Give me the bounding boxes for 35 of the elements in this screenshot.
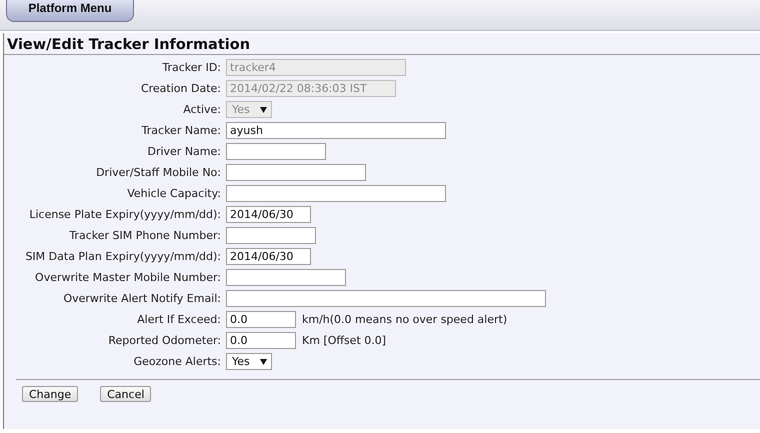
input-field[interactable]: 0.0: [226, 332, 296, 349]
field-label: Tracker SIM Phone Number:: [68, 229, 221, 242]
field-label: Overwrite Alert Notify Email:: [62, 292, 221, 305]
page-title: View/Edit Tracker Information: [6, 36, 252, 54]
input-field[interactable]: [226, 143, 326, 160]
field-label: Reported Odometer:: [107, 334, 221, 347]
action-button[interactable]: Change: [22, 386, 78, 402]
input-field[interactable]: [226, 164, 366, 181]
field-label: Geozone Alerts:: [132, 355, 221, 368]
field-label: Vehicle Capacity:: [126, 187, 221, 200]
input-field[interactable]: [226, 227, 316, 244]
field-label: SIM Data Plan Expiry(yyyy/mm/dd):: [24, 250, 221, 263]
input-field[interactable]: 2014/06/30: [226, 248, 311, 265]
field-label: Creation Date:: [140, 82, 221, 95]
caret-icon: [260, 358, 267, 364]
input-field[interactable]: [226, 290, 546, 307]
field-label: License Plate Expiry(yyyy/mm/dd):: [28, 208, 221, 221]
field-label: Active:: [182, 103, 221, 116]
field-note: km/h(0.0 means no over speed alert): [302, 313, 508, 326]
input-field[interactable]: [226, 185, 446, 202]
field-label: Driver Name:: [146, 145, 221, 158]
input-field[interactable]: [226, 269, 346, 286]
field-label: Tracker ID:: [161, 61, 221, 74]
field-label: Driver/Staff Mobile No:: [95, 166, 221, 179]
caret-icon: [260, 106, 267, 112]
input-field[interactable]: 0.0: [226, 311, 296, 328]
field-label: Overwrite Master Mobile Number:: [34, 271, 221, 284]
field-note: Km [Offset 0.0]: [302, 334, 386, 347]
input-field[interactable]: ayush: [226, 122, 446, 139]
field-label: Tracker Name:: [140, 124, 221, 137]
field-label: Alert If Exceed:: [136, 313, 221, 326]
input-field[interactable]: 2014/06/30: [226, 206, 311, 223]
platform-menu-tab[interactable]: Platform Menu: [6, 0, 134, 22]
dropdown[interactable]: Yes: [226, 353, 272, 370]
action-button[interactable]: Cancel: [100, 386, 152, 402]
